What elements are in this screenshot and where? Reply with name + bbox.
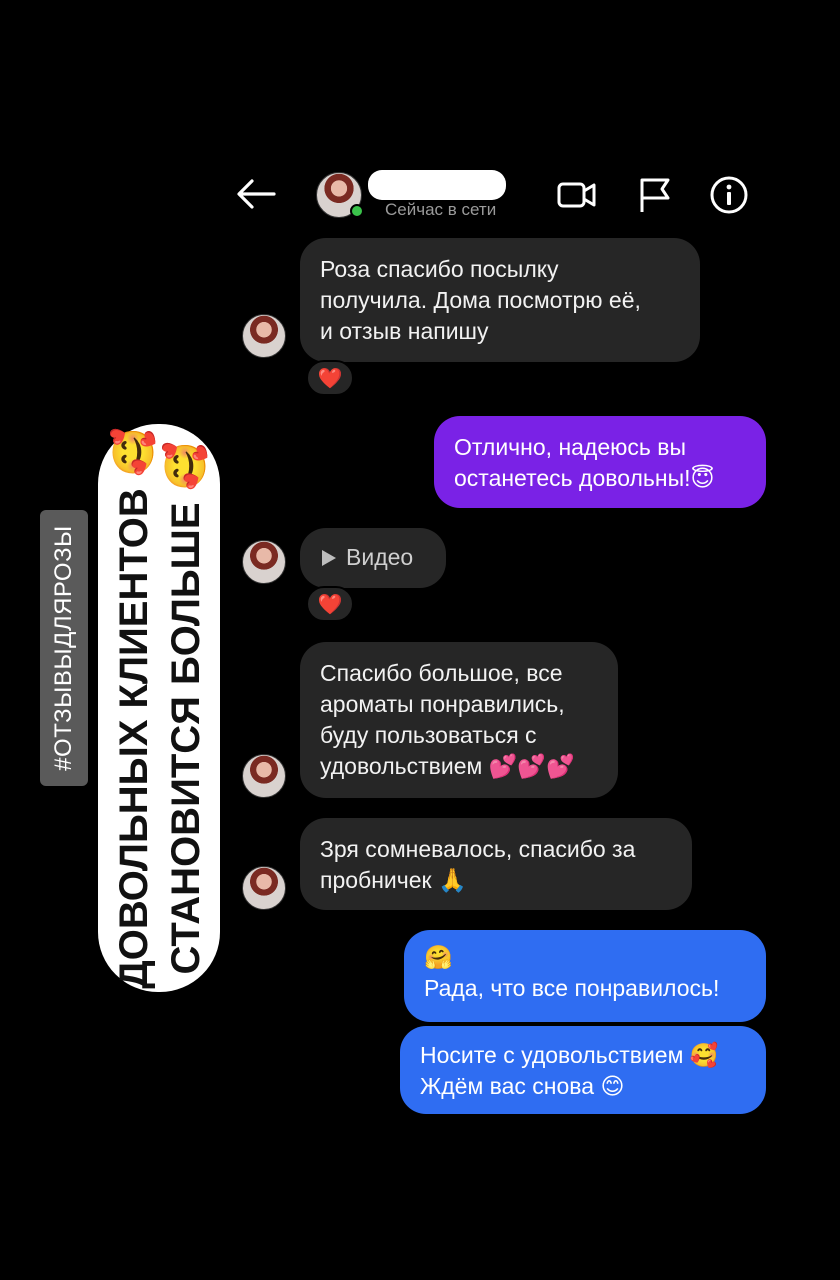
banner-line-1: ДОВОЛЬНЫХ КЛИЕНТОВ 🥰 bbox=[110, 427, 158, 988]
message-line: и отзыв напишу bbox=[320, 318, 489, 344]
message-text: Ждём вас снова bbox=[420, 1073, 595, 1099]
message-text: удовольствием bbox=[320, 753, 483, 779]
sent-message-2[interactable]: 🤗 Рада, что все понравилось! bbox=[404, 930, 766, 1022]
banner-line-1-column: ДОВОЛЬНЫХ КЛИЕНТОВ 🥰 bbox=[106, 424, 162, 992]
message-text: пробничек bbox=[320, 867, 432, 893]
banner-line-2-text: СТАНОВИТСЯ БОЛЬШЕ bbox=[164, 502, 208, 975]
smiling-hearts-emoji: 🥰 bbox=[689, 1042, 719, 1068]
back-arrow-icon[interactable] bbox=[236, 176, 276, 212]
info-icon[interactable] bbox=[708, 174, 750, 216]
banner-line-1-text: ДОВОЛЬНЫХ КЛИЕНТОВ bbox=[112, 488, 156, 989]
message-line: Роза спасибо посылку bbox=[320, 256, 559, 282]
incoming-message-3[interactable]: Зря сомневалось, спасибо за пробничек 🙏 bbox=[300, 818, 692, 910]
sender-avatar[interactable] bbox=[242, 540, 286, 584]
video-label: Видео bbox=[346, 544, 414, 570]
folded-hands-emoji: 🙏 bbox=[438, 867, 467, 893]
incoming-message-1[interactable]: Роза спасибо посылку получила. Дома посм… bbox=[300, 238, 700, 362]
message-line: Зря сомневалось, спасибо за bbox=[320, 836, 636, 862]
heart-reaction-icon[interactable]: ❤️ bbox=[306, 360, 354, 396]
banner-line-2: СТАНОВИТСЯ БОЛЬШЕ 🥰 bbox=[162, 441, 210, 974]
video-play-button[interactable]: Видео bbox=[322, 542, 424, 573]
online-status-text: Сейчас в сети bbox=[385, 200, 497, 219]
chat-header: Сейчас в сети bbox=[0, 160, 840, 230]
sent-message-1[interactable]: Отлично, надеюсь вы останетесь довольны!… bbox=[434, 416, 766, 508]
smile-emoji: 😊 bbox=[600, 1073, 625, 1099]
hearts-emoji: 💕💕💕 bbox=[488, 753, 575, 779]
message-line: буду пользоваться с bbox=[320, 722, 537, 748]
banner-line-2-column: СТАНОВИТСЯ БОЛЬШЕ 🥰 bbox=[158, 424, 214, 992]
sender-avatar[interactable] bbox=[242, 314, 286, 358]
sender-avatar[interactable] bbox=[242, 866, 286, 910]
flag-icon[interactable] bbox=[634, 174, 676, 216]
message-line: Спасибо большое, все bbox=[320, 660, 563, 686]
message-line: пробничек 🙏 bbox=[320, 865, 672, 896]
heart-reaction-icon[interactable]: ❤️ bbox=[306, 586, 354, 622]
message-line: останетесь довольны!😇 bbox=[454, 463, 746, 494]
hugging-face-emoji: 🤗 bbox=[424, 944, 453, 970]
sent-message-3[interactable]: Носите с удовольствием 🥰 Ждём вас снова … bbox=[400, 1026, 766, 1114]
hashtag-sticker: #ОТЗЫВЫДЛЯРОЗЫ bbox=[40, 510, 88, 786]
angel-smile-emoji: 😇 bbox=[690, 465, 715, 491]
play-icon bbox=[322, 549, 336, 566]
banner-smiling-hearts-emoji: 🥰 bbox=[112, 427, 156, 478]
message-line: Отлично, надеюсь вы bbox=[454, 434, 687, 460]
message-text: Носите с удовольствием bbox=[420, 1042, 684, 1068]
online-status-dot bbox=[350, 204, 364, 218]
sender-avatar[interactable] bbox=[242, 754, 286, 798]
message-line: Носите с удовольствием 🥰 bbox=[420, 1040, 746, 1071]
story-banner: ДОВОЛЬНЫХ КЛИЕНТОВ 🥰 СТАНОВИТСЯ БОЛЬШЕ 🥰 bbox=[98, 424, 220, 992]
hashtag-text: #ОТЗЫВЫДЛЯРОЗЫ bbox=[50, 525, 77, 771]
redacted-contact-name[interactable] bbox=[368, 170, 506, 200]
video-call-icon[interactable] bbox=[556, 174, 598, 216]
contact-avatar[interactable] bbox=[316, 172, 364, 218]
banner-end-emoji: 🥰 bbox=[164, 441, 208, 492]
incoming-message-2[interactable]: Спасибо большое, все ароматы понравились… bbox=[300, 642, 618, 798]
incoming-video-message[interactable]: Видео bbox=[300, 528, 446, 588]
message-line: ароматы понравились, bbox=[320, 691, 565, 717]
message-line: получила. Дома посмотрю её, bbox=[320, 287, 641, 313]
message-text: останетесь довольны! bbox=[454, 465, 691, 491]
message-line: Рада, что все понравилось! bbox=[424, 975, 720, 1001]
message-line: Ждём вас снова 😊 bbox=[420, 1071, 746, 1102]
message-line: удовольствием 💕💕💕 bbox=[320, 751, 598, 782]
